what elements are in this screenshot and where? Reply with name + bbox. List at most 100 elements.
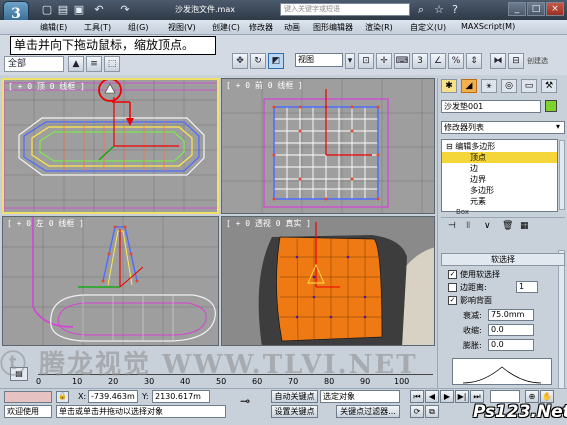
key-filters-button[interactable]: 关键点过滤器...	[336, 405, 400, 418]
falloff-input[interactable]: 75.0mm	[488, 309, 534, 321]
help-icon[interactable]: ?	[448, 3, 462, 17]
auto-key-button[interactable]: 自动关键点	[271, 390, 318, 403]
menu-customize[interactable]: 自定义(U)	[410, 22, 446, 33]
remove-modifier-icon[interactable]: 🗑	[502, 221, 513, 231]
utilities-tab-icon[interactable]: ⚒	[541, 79, 557, 93]
selection-set-dropdown[interactable]: 全部	[4, 56, 64, 72]
align-icon[interactable]: ⊟	[508, 53, 524, 69]
open-file-icon[interactable]: ▤	[56, 3, 70, 17]
select-region-icon[interactable]: ⬚	[104, 56, 120, 72]
modifier-stack: ⊟ 编辑多边形 顶点 边 边界 多边形 元素	[441, 139, 558, 212]
affect-backfacing-checkbox[interactable]: ✓	[448, 296, 457, 305]
viewport-left-wireframe	[3, 217, 218, 345]
pin-stack-icon[interactable]: ⊣	[448, 221, 456, 231]
stack-item-element[interactable]: 元素	[442, 196, 557, 207]
display-tab-icon[interactable]: ▭	[521, 79, 537, 93]
viewport-front-label[interactable]: [ + 0 前 0 线框 ]	[226, 80, 303, 91]
menu-modifiers[interactable]: 修改器	[249, 22, 273, 33]
reference-coordinate-select[interactable]: 视图	[295, 53, 343, 67]
chevron-down-icon[interactable]: ▾	[556, 122, 560, 131]
menu-animation[interactable]: 动画	[284, 22, 300, 33]
pinch-input[interactable]: 0.0	[488, 324, 534, 336]
maximize-button[interactable]: □	[527, 2, 545, 16]
modifier-list-dropdown[interactable]: 修改器列表	[441, 121, 565, 134]
viewport-top[interactable]: [ + 0 顶 0 线框 ]	[2, 78, 219, 214]
chevron-down-icon[interactable]: ▾	[345, 53, 355, 69]
show-end-result-icon[interactable]: Ⅱ	[466, 221, 470, 231]
stack-item-edit-poly[interactable]: ⊟ 编辑多边形	[442, 141, 557, 152]
edge-distance-input[interactable]: 1	[516, 281, 538, 293]
menu-tools[interactable]: 工具(T)	[84, 22, 111, 33]
percent-snap-icon[interactable]: %	[448, 53, 464, 69]
viewport-left-label[interactable]: [ + 0 左 0 线框 ]	[7, 218, 84, 229]
maximize-viewport-icon[interactable]: ⧉	[425, 405, 439, 418]
object-name-field[interactable]: 沙发垫001	[441, 100, 541, 113]
panel-scrollbar[interactable]	[558, 250, 565, 400]
select-manipulate-icon[interactable]: ✛	[376, 53, 392, 69]
save-file-icon[interactable]: ▣	[72, 3, 86, 17]
viewport-perspective[interactable]: [ + 0 透视 0 真实 ]	[221, 216, 435, 346]
search-icon[interactable]: ⌕	[414, 3, 428, 17]
x-coordinate-field[interactable]: -739.463m	[88, 390, 138, 403]
set-key-button[interactable]: 设置关键点	[271, 405, 318, 418]
lock-selection-icon[interactable]: 🔒	[56, 391, 69, 403]
make-unique-icon[interactable]: ∨	[484, 221, 491, 231]
viewport-front[interactable]: [ + 0 前 0 线框 ]	[221, 78, 435, 214]
redo-icon[interactable]: ↷	[118, 3, 132, 17]
minimize-button[interactable]: _	[508, 2, 526, 16]
viewport-perspective-label[interactable]: [ + 0 透视 0 真实 ]	[226, 218, 311, 229]
select-move-icon[interactable]: ✥	[232, 53, 248, 69]
search-input[interactable]: 键入关键字或短语	[280, 3, 410, 16]
use-soft-select-checkbox[interactable]: ✓	[448, 270, 457, 279]
menu-graph-editors[interactable]: 图形编辑器	[313, 22, 353, 33]
go-to-start-icon[interactable]: ⏮	[410, 390, 424, 403]
create-selection-label[interactable]: 创建选	[527, 56, 548, 66]
stack-item-vertex[interactable]: 顶点	[442, 152, 557, 163]
star-icon[interactable]: ☆	[432, 3, 446, 17]
previous-frame-icon[interactable]: ◀	[425, 390, 439, 403]
stack-item-edge[interactable]: 边	[442, 163, 557, 174]
viewport-left[interactable]: [ + 0 左 0 线框 ]	[2, 216, 219, 346]
angle-snap-icon[interactable]: ∠	[430, 53, 446, 69]
menu-views[interactable]: 视图(V)	[168, 22, 196, 33]
menu-group[interactable]: 组(G)	[128, 22, 148, 33]
close-button[interactable]: ×	[546, 2, 564, 16]
configure-sets-icon[interactable]: ▦	[520, 221, 529, 231]
hierarchy-tab-icon[interactable]: ⚹	[481, 79, 497, 93]
stack-item-polygon[interactable]: 多边形	[442, 185, 557, 196]
motion-tab-icon[interactable]: ◎	[501, 79, 517, 93]
menu-create[interactable]: 创建(C)	[212, 22, 240, 33]
pivot-center-icon[interactable]: ⊡	[358, 53, 374, 69]
create-tab-icon[interactable]: ✱	[441, 79, 457, 93]
stack-item-border[interactable]: 边界	[442, 174, 557, 185]
undo-icon[interactable]: ↶	[92, 3, 106, 17]
select-scale-icon[interactable]: ◩	[268, 53, 284, 69]
modify-tab-icon[interactable]: ◢	[461, 79, 477, 93]
new-file-icon[interactable]: ▢	[40, 3, 54, 17]
selected-object-dropdown[interactable]: 选定对象	[320, 390, 400, 403]
select-by-name-icon[interactable]: ≡	[86, 56, 102, 72]
bubble-input[interactable]: 0.0	[488, 339, 534, 351]
key-icon[interactable]: ⊸	[240, 394, 250, 408]
play-icon[interactable]: ▶	[440, 390, 454, 403]
viewport-top-label[interactable]: [ + 0 顶 0 线框 ]	[8, 81, 85, 92]
menu-rendering[interactable]: 渲染(R)	[365, 22, 393, 33]
edge-distance-checkbox[interactable]	[448, 283, 457, 292]
keyboard-shortcut-icon[interactable]: ⌨	[394, 53, 410, 69]
menu-edit[interactable]: 编辑(E)	[40, 22, 67, 33]
stack-item-box[interactable]: Box	[456, 208, 469, 216]
menu-maxscript[interactable]: MAXScript(M)	[461, 22, 515, 31]
maxscript-listener[interactable]	[4, 391, 52, 403]
snap-toggle-icon[interactable]: 3	[412, 53, 428, 69]
select-rotate-icon[interactable]: ↻	[250, 53, 266, 69]
orbit-icon[interactable]: ⟳	[410, 405, 424, 418]
next-frame-icon[interactable]: ▶|	[455, 390, 469, 403]
stack-scrollbar[interactable]	[559, 140, 565, 210]
soft-selection-rollout[interactable]: 软选择	[441, 253, 565, 266]
x-coordinate-label: X:	[78, 392, 87, 401]
select-object-icon[interactable]: ▲	[68, 56, 84, 72]
spinner-snap-icon[interactable]: ⇕	[466, 53, 482, 69]
y-coordinate-field[interactable]: 2130.617m	[152, 390, 210, 403]
mirror-icon[interactable]: ⧓	[490, 53, 506, 69]
object-color-swatch[interactable]	[545, 100, 557, 112]
